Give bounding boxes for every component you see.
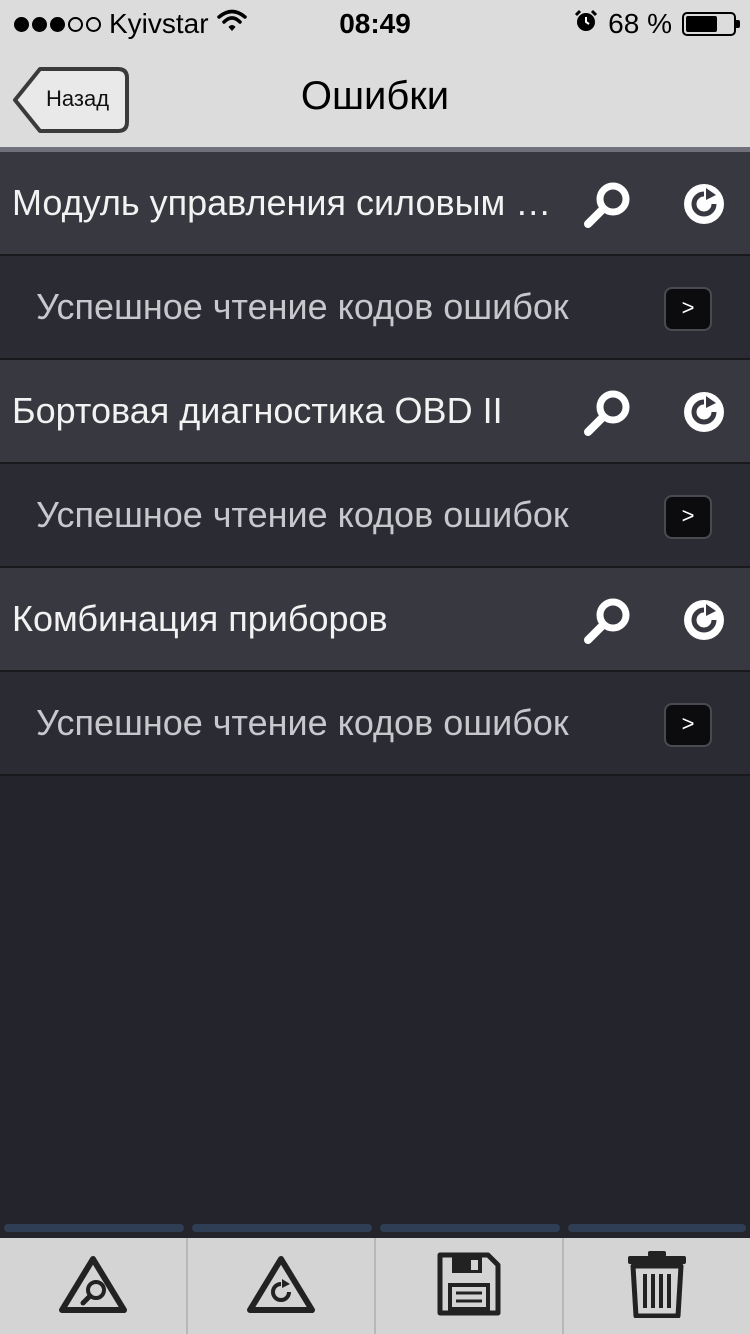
status-bar: Kyivstar 08:49 68 %: [0, 0, 750, 50]
screen: Kyivstar 08:49 68 % Назад Ошибки Модуль …: [0, 0, 750, 1334]
module-row[interactable]: Модуль управления силовым агрегатом: [0, 152, 750, 256]
save-icon: [436, 1251, 502, 1322]
battery-percent: 68 %: [608, 8, 672, 39]
module-status-row[interactable]: Успешное чтение кодов ошибок >: [0, 256, 750, 360]
trash-icon: [626, 1250, 688, 1323]
module-status-row[interactable]: Успешное чтение кодов ошибок >: [0, 464, 750, 568]
toolbar-divider-segment: [192, 1224, 372, 1232]
chevron-right-icon[interactable]: >: [664, 703, 712, 747]
module-name: Комбинация приборов: [12, 598, 388, 639]
toolbar-divider-segment: [568, 1224, 746, 1232]
refresh-icon[interactable]: [678, 594, 730, 646]
toolbar-divider: [0, 1218, 750, 1238]
module-status: Успешное чтение кодов ошибок: [36, 494, 569, 535]
module-status-row[interactable]: Успешное чтение кодов ошибок >: [0, 672, 750, 776]
search-icon[interactable]: [582, 178, 634, 230]
triangle-refresh-icon: [246, 1254, 316, 1319]
search-icon[interactable]: [582, 594, 634, 646]
module-status: Успешное чтение кодов ошибок: [36, 702, 569, 743]
toolbar-divider-segment: [4, 1224, 184, 1232]
toolbar-divider-segment: [380, 1224, 560, 1232]
battery-icon: [682, 12, 740, 36]
search-icon[interactable]: [582, 386, 634, 438]
module-list: Модуль управления силовым агрегатом Успе…: [0, 152, 750, 776]
module-name: Модуль управления силовым агрегатом: [12, 182, 564, 223]
refresh-icon[interactable]: [678, 178, 730, 230]
page-title: Ошибки: [300, 74, 450, 118]
module-name: Бортовая диагностика OBD II: [12, 390, 503, 431]
refresh-icon[interactable]: [678, 386, 730, 438]
triangle-search-icon: [58, 1254, 128, 1319]
chevron-right-icon[interactable]: >: [664, 495, 712, 539]
chevron-right-icon[interactable]: >: [664, 287, 712, 331]
refresh-all-button[interactable]: [188, 1238, 376, 1334]
navigation-bar: Назад Ошибки: [0, 50, 750, 147]
save-button[interactable]: [376, 1238, 564, 1334]
bottom-toolbar: [0, 1238, 750, 1334]
module-row[interactable]: Бортовая диагностика OBD II: [0, 360, 750, 464]
module-row[interactable]: Комбинация приборов: [0, 568, 750, 672]
status-right: 68 %: [574, 8, 740, 40]
alarm-icon: [574, 8, 598, 40]
scan-all-button[interactable]: [0, 1238, 188, 1334]
battery-level: [686, 16, 718, 32]
delete-button[interactable]: [564, 1238, 750, 1334]
module-status: Успешное чтение кодов ошибок: [36, 286, 569, 327]
